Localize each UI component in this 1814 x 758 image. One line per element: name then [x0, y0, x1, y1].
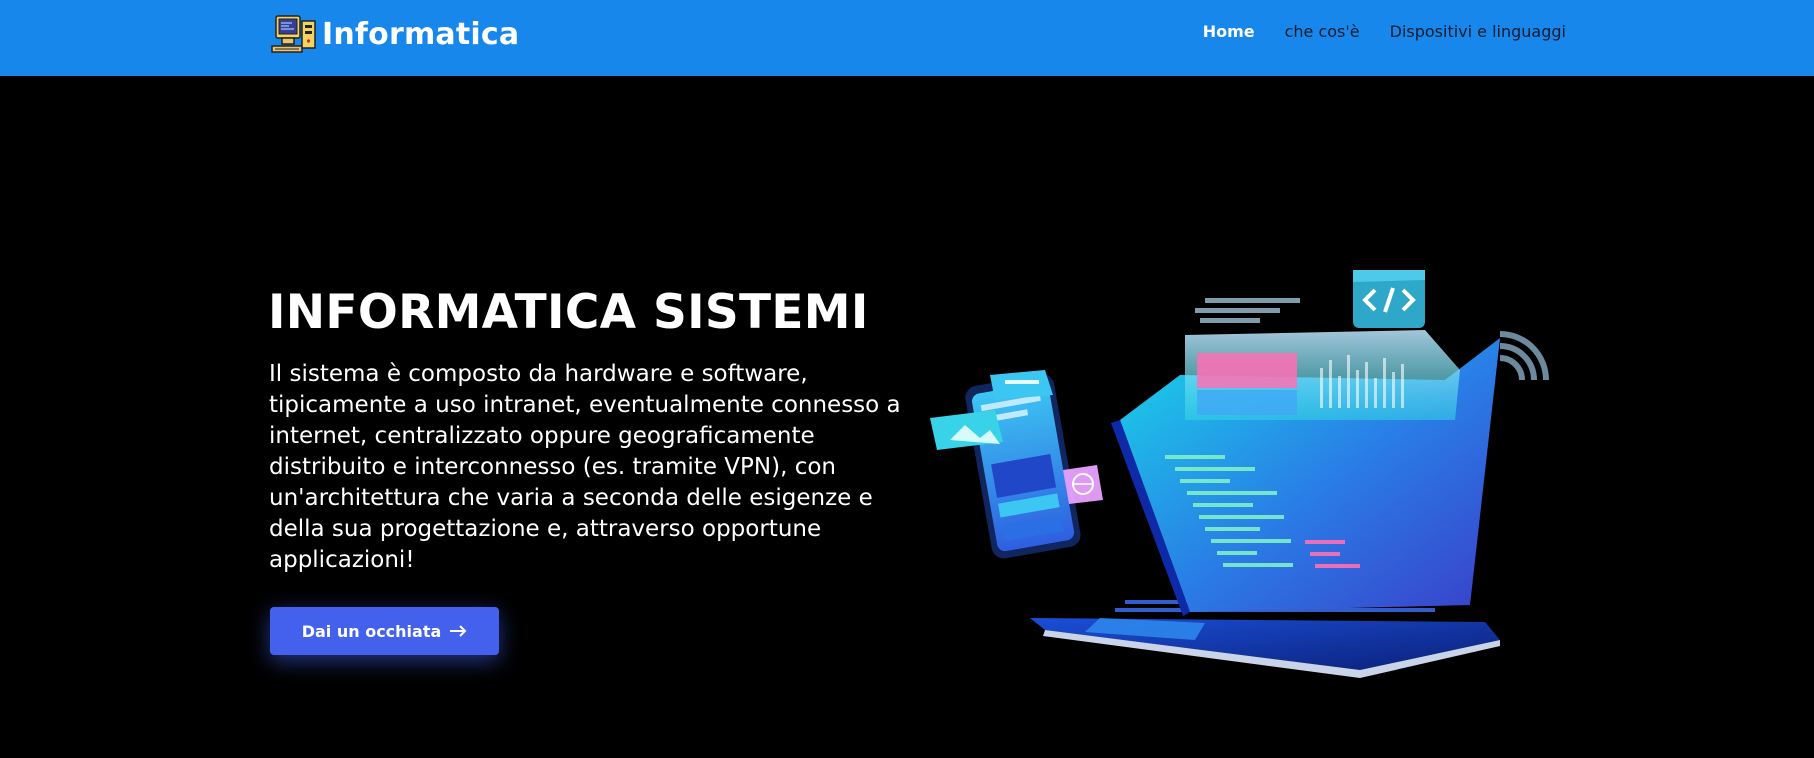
cta-button[interactable]: Dai un occhiata [270, 607, 499, 655]
nav-che-cose[interactable]: che cos'è [1285, 22, 1360, 41]
brand-name: Informatica [322, 16, 520, 52]
hero-description: Il sistema è composto da hardware e soft… [269, 361, 901, 573]
laptop-phone-code-illustration [930, 270, 1549, 678]
top-navbar: Informatica Home che cos'è Dispositivi e… [0, 0, 1814, 76]
retro-computer-icon [271, 15, 316, 53]
nav-home[interactable]: Home [1203, 22, 1255, 41]
cta-label: Dai un occhiata [301, 621, 442, 641]
brand-link[interactable]: Informatica [270, 13, 519, 55]
hero-title: INFORMATICA SISTEMI [268, 285, 869, 340]
arrow-right-icon [450, 625, 467, 637]
main-nav: Home che cos'è Dispositivi e linguaggi [1203, 22, 1566, 41]
nav-dispositivi-linguaggi[interactable]: Dispositivi e linguaggi [1390, 22, 1566, 41]
